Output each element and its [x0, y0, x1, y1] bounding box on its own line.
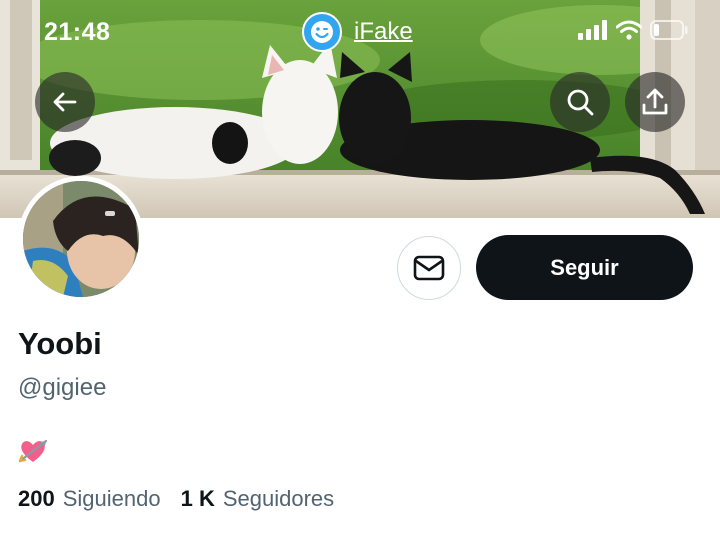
- status-time: 21:48: [44, 18, 111, 46]
- follow-button[interactable]: Seguir: [476, 235, 693, 300]
- message-button[interactable]: [397, 236, 461, 300]
- followers-link[interactable]: 1 K Seguidores: [181, 486, 335, 512]
- signal-icon: [578, 20, 607, 40]
- ifake-watermark: iFake: [302, 12, 413, 52]
- profile-stats: 200 Siguiendo 1 K Seguidores: [18, 486, 334, 512]
- ifake-label: iFake: [354, 18, 413, 45]
- followers-label: Seguidores: [222, 486, 335, 511]
- status-icons: [578, 20, 688, 40]
- display-name: Yoobi: [18, 326, 102, 361]
- followers-count: 1 K: [180, 486, 215, 511]
- envelope-icon: [413, 255, 445, 281]
- avatar-photo: [23, 181, 139, 297]
- share-icon: [642, 88, 668, 115]
- arrow-left-icon: [53, 92, 77, 112]
- heart-with-arrow-icon: [18, 436, 48, 466]
- ifake-logo-icon: [302, 12, 342, 52]
- following-link[interactable]: 200 Siguiendo: [18, 486, 161, 512]
- following-count: 200: [18, 486, 55, 511]
- wifi-icon: [616, 20, 642, 40]
- back-button[interactable]: [35, 72, 95, 132]
- search-icon: [567, 89, 594, 116]
- following-label: Siguiendo: [62, 486, 161, 511]
- battery-icon: [650, 20, 688, 40]
- share-button[interactable]: [625, 72, 685, 132]
- search-button[interactable]: [550, 72, 610, 132]
- user-handle: @gigiee: [18, 374, 107, 401]
- avatar[interactable]: [18, 176, 144, 302]
